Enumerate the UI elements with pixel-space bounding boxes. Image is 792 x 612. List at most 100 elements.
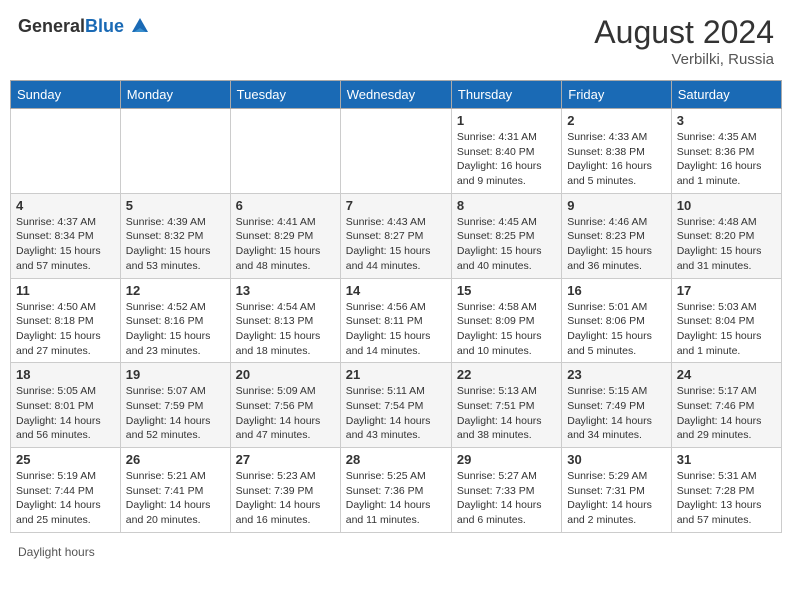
day-info: Sunrise: 4:39 AM Sunset: 8:32 PM Dayligh… (126, 215, 225, 274)
col-header-tuesday: Tuesday (230, 81, 340, 109)
calendar-cell: 5 Sunrise: 4:39 AM Sunset: 8:32 PM Daylig… (120, 193, 230, 278)
month-year: August 2024 (594, 14, 774, 51)
day-info: Sunrise: 5:17 AM Sunset: 7:46 PM Dayligh… (677, 384, 776, 443)
calendar-cell: 26Sunrise: 5:21 AM Sunset: 7:41 PM Dayli… (120, 448, 230, 533)
day-info: Sunrise: 5:07 AM Sunset: 7:59 PM Dayligh… (126, 384, 225, 443)
day-number: 28 (346, 452, 446, 467)
calendar-cell: 17 Sunrise: 5:03 AM Sunset: 8:04 PM Dayli… (671, 278, 781, 363)
day-info: Sunrise: 5:03 AM Sunset: 8:04 PM Dayligh… (677, 300, 776, 359)
calendar-cell: 16Sunrise: 5:01 AM Sunset: 8:06 PM Dayli… (562, 278, 671, 363)
day-info: Sunrise: 5:23 AM Sunset: 7:39 PM Dayligh… (236, 469, 335, 528)
day-info: Sunrise: 4:50 AM Sunset: 8:18 PM Dayligh… (16, 300, 115, 359)
day-info: Sunrise: 5:31 AM Sunset: 7:28 PM Dayligh… (677, 469, 776, 528)
day-info: Sunrise: 4:35 AM Sunset: 8:36 PM Dayligh… (677, 130, 776, 189)
day-number: 14 (346, 283, 446, 298)
day-number: 7 (346, 198, 446, 213)
day-info: Sunrise: 4:52 AM Sunset: 8:16 PM Dayligh… (126, 300, 225, 359)
calendar-cell: 30Sunrise: 5:29 AM Sunset: 7:31 PM Dayli… (562, 448, 671, 533)
calendar-cell: 29Sunrise: 5:27 AM Sunset: 7:33 PM Dayli… (451, 448, 561, 533)
calendar-cell: 2Sunrise: 4:33 AM Sunset: 8:38 PM Daylig… (562, 109, 671, 194)
day-number: 18 (16, 367, 115, 382)
day-info: Sunrise: 4:58 AM Sunset: 8:09 PM Dayligh… (457, 300, 556, 359)
calendar-cell: 11 Sunrise: 4:50 AM Sunset: 8:18 PM Dayli… (11, 278, 121, 363)
calendar-cell: 4 Sunrise: 4:37 AM Sunset: 8:34 PM Daylig… (11, 193, 121, 278)
calendar-week-1: 1Sunrise: 4:31 AM Sunset: 8:40 PM Daylig… (11, 109, 782, 194)
day-number: 3 (677, 113, 776, 128)
calendar-week-2: 4 Sunrise: 4:37 AM Sunset: 8:34 PM Daylig… (11, 193, 782, 278)
day-number: 31 (677, 452, 776, 467)
day-number: 21 (346, 367, 446, 382)
day-info: Sunrise: 4:41 AM Sunset: 8:29 PM Dayligh… (236, 215, 335, 274)
calendar-cell: 19 Sunrise: 5:07 AM Sunset: 7:59 PM Dayli… (120, 363, 230, 448)
logo: GeneralBlue (18, 14, 152, 38)
calendar-cell: 25Sunrise: 5:19 AM Sunset: 7:44 PM Dayli… (11, 448, 121, 533)
day-number: 5 (126, 198, 225, 213)
calendar-cell: 1Sunrise: 4:31 AM Sunset: 8:40 PM Daylig… (451, 109, 561, 194)
day-info: Sunrise: 4:54 AM Sunset: 8:13 PM Dayligh… (236, 300, 335, 359)
calendar-week-4: 18 Sunrise: 5:05 AM Sunset: 8:01 PM Dayli… (11, 363, 782, 448)
calendar-cell: 23Sunrise: 5:15 AM Sunset: 7:49 PM Dayli… (562, 363, 671, 448)
day-info: Sunrise: 5:11 AM Sunset: 7:54 PM Dayligh… (346, 384, 446, 443)
logo-general-text: GeneralBlue (18, 16, 124, 37)
day-info: Sunrise: 4:33 AM Sunset: 8:38 PM Dayligh… (567, 130, 665, 189)
calendar-cell: 31 Sunrise: 5:31 AM Sunset: 7:28 PM Dayli… (671, 448, 781, 533)
day-number: 20 (236, 367, 335, 382)
day-number: 10 (677, 198, 776, 213)
day-number: 13 (236, 283, 335, 298)
calendar-cell: 18 Sunrise: 5:05 AM Sunset: 8:01 PM Dayli… (11, 363, 121, 448)
day-number: 30 (567, 452, 665, 467)
daylight-label: Daylight hours (18, 545, 95, 559)
day-number: 11 (16, 283, 115, 298)
calendar-cell: 6 Sunrise: 4:41 AM Sunset: 8:29 PM Daylig… (230, 193, 340, 278)
calendar-cell: 10 Sunrise: 4:48 AM Sunset: 8:20 PM Dayli… (671, 193, 781, 278)
day-info: Sunrise: 4:37 AM Sunset: 8:34 PM Dayligh… (16, 215, 115, 274)
day-number: 29 (457, 452, 556, 467)
day-number: 24 (677, 367, 776, 382)
calendar-cell: 13 Sunrise: 4:54 AM Sunset: 8:13 PM Dayli… (230, 278, 340, 363)
calendar-cell: 20 Sunrise: 5:09 AM Sunset: 7:56 PM Dayli… (230, 363, 340, 448)
day-number: 8 (457, 198, 556, 213)
calendar-cell: 24 Sunrise: 5:17 AM Sunset: 7:46 PM Dayli… (671, 363, 781, 448)
day-number: 23 (567, 367, 665, 382)
calendar-cell (120, 109, 230, 194)
calendar-cell: 9Sunrise: 4:46 AM Sunset: 8:23 PM Daylig… (562, 193, 671, 278)
day-info: Sunrise: 5:05 AM Sunset: 8:01 PM Dayligh… (16, 384, 115, 443)
day-number: 6 (236, 198, 335, 213)
calendar-cell (340, 109, 451, 194)
calendar-week-5: 25Sunrise: 5:19 AM Sunset: 7:44 PM Dayli… (11, 448, 782, 533)
col-header-wednesday: Wednesday (340, 81, 451, 109)
col-header-sunday: Sunday (11, 81, 121, 109)
day-number: 15 (457, 283, 556, 298)
calendar-week-3: 11 Sunrise: 4:50 AM Sunset: 8:18 PM Dayli… (11, 278, 782, 363)
calendar-cell: 3 Sunrise: 4:35 AM Sunset: 8:36 PM Daylig… (671, 109, 781, 194)
day-info: Sunrise: 5:21 AM Sunset: 7:41 PM Dayligh… (126, 469, 225, 528)
calendar-header-row: SundayMondayTuesdayWednesdayThursdayFrid… (11, 81, 782, 109)
day-info: Sunrise: 4:46 AM Sunset: 8:23 PM Dayligh… (567, 215, 665, 274)
calendar-table: SundayMondayTuesdayWednesdayThursdayFrid… (10, 80, 782, 533)
day-info: Sunrise: 5:25 AM Sunset: 7:36 PM Dayligh… (346, 469, 446, 528)
day-number: 25 (16, 452, 115, 467)
day-number: 17 (677, 283, 776, 298)
day-info: Sunrise: 4:45 AM Sunset: 8:25 PM Dayligh… (457, 215, 556, 274)
location: Verbilki, Russia (594, 51, 774, 68)
logo-icon (128, 14, 152, 38)
day-number: 19 (126, 367, 225, 382)
page-header: GeneralBlue August 2024 Verbilki, Russia (10, 10, 782, 72)
day-number: 1 (457, 113, 556, 128)
day-info: Sunrise: 4:56 AM Sunset: 8:11 PM Dayligh… (346, 300, 446, 359)
calendar-cell: 8 Sunrise: 4:45 AM Sunset: 8:25 PM Daylig… (451, 193, 561, 278)
day-number: 16 (567, 283, 665, 298)
col-header-thursday: Thursday (451, 81, 561, 109)
day-info: Sunrise: 4:48 AM Sunset: 8:20 PM Dayligh… (677, 215, 776, 274)
calendar-cell: 22Sunrise: 5:13 AM Sunset: 7:51 PM Dayli… (451, 363, 561, 448)
day-number: 4 (16, 198, 115, 213)
calendar-cell: 15 Sunrise: 4:58 AM Sunset: 8:09 PM Dayli… (451, 278, 561, 363)
day-info: Sunrise: 5:09 AM Sunset: 7:56 PM Dayligh… (236, 384, 335, 443)
calendar-cell: 7 Sunrise: 4:43 AM Sunset: 8:27 PM Daylig… (340, 193, 451, 278)
day-number: 27 (236, 452, 335, 467)
calendar-cell: 27 Sunrise: 5:23 AM Sunset: 7:39 PM Dayli… (230, 448, 340, 533)
calendar-cell: 12 Sunrise: 4:52 AM Sunset: 8:16 PM Dayli… (120, 278, 230, 363)
day-number: 22 (457, 367, 556, 382)
day-info: Sunrise: 4:43 AM Sunset: 8:27 PM Dayligh… (346, 215, 446, 274)
day-number: 12 (126, 283, 225, 298)
